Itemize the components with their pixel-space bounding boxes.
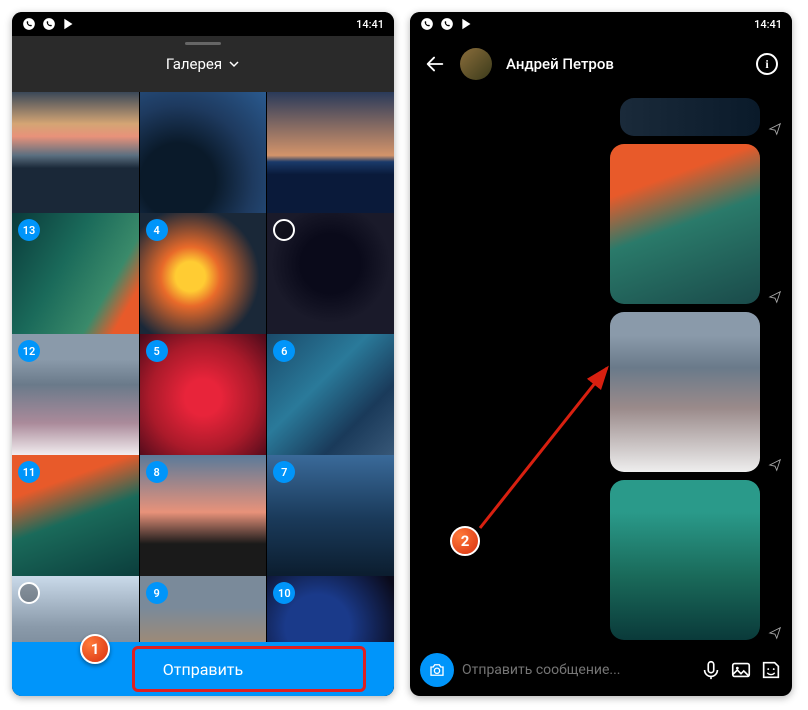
viber-icon [440, 17, 454, 31]
gallery-dropdown[interactable]: Галерея [166, 55, 240, 73]
selection-badge: 9 [146, 582, 168, 604]
message-image[interactable] [610, 312, 760, 472]
sent-status-icon [768, 626, 782, 640]
sticker-icon[interactable] [760, 659, 782, 681]
contact-name[interactable]: Андрей Петров [506, 55, 614, 73]
selection-badge: 8 [146, 461, 168, 483]
message-row [620, 98, 782, 136]
status-bar: 14:41 [410, 12, 792, 36]
viber-icon [420, 17, 434, 31]
info-icon[interactable]: i [756, 53, 778, 75]
message-image[interactable] [610, 144, 760, 304]
sent-status-icon [768, 458, 782, 472]
gallery-thumb[interactable]: 13 [12, 213, 139, 340]
message-image[interactable] [620, 98, 760, 136]
selection-badge: 13 [18, 219, 40, 241]
sent-status-icon [768, 290, 782, 304]
gallery-thumb[interactable]: 4 [140, 213, 267, 340]
gallery-thumb[interactable] [267, 92, 394, 219]
gallery-thumb[interactable] [267, 213, 394, 340]
selection-badge: 4 [146, 219, 168, 241]
image-icon[interactable] [730, 659, 752, 681]
status-bar: 14:41 [12, 12, 394, 36]
viber-icon [42, 17, 56, 31]
step-badge-1: 1 [80, 634, 110, 664]
message-row [610, 480, 782, 640]
message-row [610, 144, 782, 304]
play-store-icon [62, 17, 76, 31]
status-time: 14:41 [754, 18, 782, 31]
gallery-title-label: Галерея [166, 55, 222, 73]
gallery-thumb[interactable]: 6 [267, 334, 394, 461]
chevron-down-icon [228, 58, 240, 70]
selection-badge: 7 [273, 461, 295, 483]
drag-handle-icon[interactable] [185, 42, 221, 45]
selection-badge: 5 [146, 340, 168, 362]
gallery-grid: 13 4 12 5 6 11 8 7 9 10 [12, 92, 394, 696]
message-input-bar [410, 644, 792, 696]
selection-badge-empty [18, 582, 40, 604]
gallery-thumb[interactable]: 5 [140, 334, 267, 461]
status-time: 14:41 [356, 18, 384, 31]
selection-badge: 6 [273, 340, 295, 362]
camera-icon [428, 661, 446, 679]
annotation-highlight [132, 646, 366, 692]
message-list[interactable] [410, 92, 792, 644]
microphone-icon[interactable] [700, 659, 722, 681]
gallery-thumb[interactable]: 8 [140, 455, 267, 582]
gallery-thumb[interactable]: 11 [12, 455, 139, 582]
selection-badge: 12 [18, 340, 40, 362]
gallery-header: Галерея [12, 36, 394, 92]
selection-badge: 10 [273, 582, 295, 604]
message-row [610, 312, 782, 472]
selection-badge-empty [273, 219, 295, 241]
step-badge-2: 2 [450, 526, 480, 556]
avatar[interactable] [460, 48, 492, 80]
chat-header: Андрей Петров i [410, 36, 792, 92]
sent-status-icon [768, 122, 782, 136]
camera-button[interactable] [420, 653, 454, 687]
message-input[interactable] [462, 662, 692, 678]
gallery-thumb[interactable] [140, 92, 267, 219]
gallery-thumb[interactable]: 12 [12, 334, 139, 461]
viber-icon [22, 17, 36, 31]
phone-right: 14:41 Андрей Петров i [410, 12, 792, 696]
gallery-thumb[interactable]: 7 [267, 455, 394, 582]
phone-left: 14:41 Галерея 13 4 12 5 6 11 8 7 9 10 [12, 12, 394, 696]
gallery-thumb[interactable] [12, 92, 139, 219]
message-image[interactable] [610, 480, 760, 640]
selection-badge: 11 [18, 461, 40, 483]
play-store-icon [460, 17, 474, 31]
back-arrow-icon[interactable] [424, 53, 446, 75]
